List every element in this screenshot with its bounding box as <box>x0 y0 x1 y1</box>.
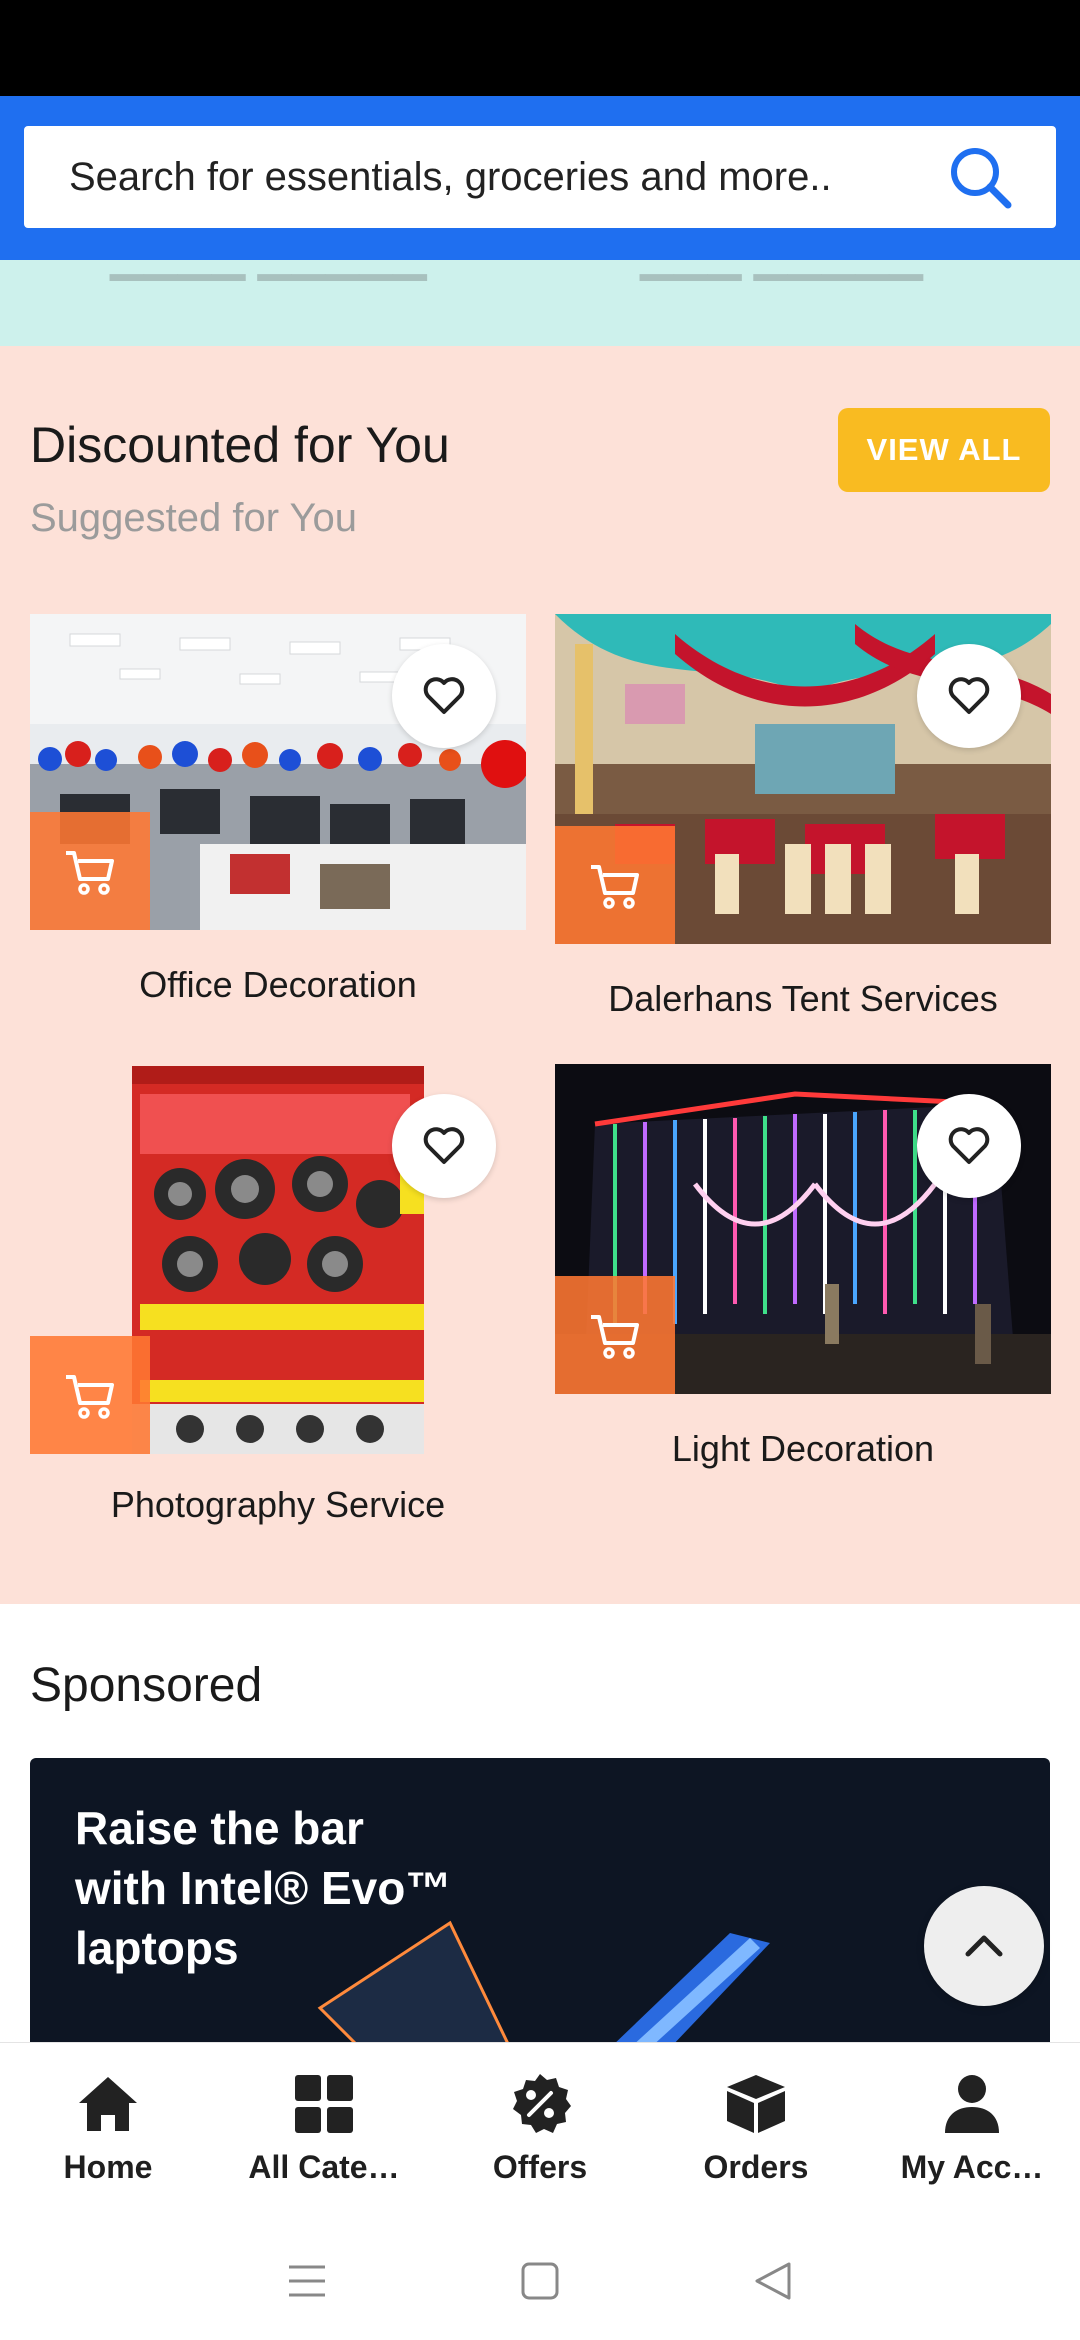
add-to-cart-button[interactable] <box>555 826 675 944</box>
square-icon <box>521 2262 559 2300</box>
nav-label: Home <box>63 2149 153 2185</box>
product-name: Light Decoration <box>671 1428 935 1469</box>
product-name: Office Decoration <box>139 964 417 1005</box>
favorite-button[interactable] <box>392 644 496 748</box>
system-navigation-bar <box>0 2222 1080 2340</box>
back-button[interactable] <box>749 2257 797 2305</box>
favorite-button[interactable] <box>917 644 1021 748</box>
back-triangle-icon <box>755 2262 791 2300</box>
product-card-office-decoration[interactable]: Office Decoration <box>30 614 526 1014</box>
product-name: Photography Service <box>110 1484 446 1525</box>
chevron-up-icon <box>965 1935 1003 1957</box>
promo-strip: ▁▁▁▁ ▁▁▁▁▁ ▁▁▁ ▁▁▁▁▁ <box>0 260 1080 346</box>
nav-label: All Cate… <box>248 2149 400 2185</box>
user-icon <box>945 2075 999 2133</box>
add-to-cart-button[interactable] <box>30 812 150 930</box>
nav-all-categories[interactable]: All Cate… <box>216 2043 432 2222</box>
sponsored-headline: Raise the bar with Intel® Evo™ laptops <box>75 1802 452 1974</box>
product-card-photography[interactable]: Photography Service <box>30 1064 526 1525</box>
view-all-button[interactable]: VIEW ALL <box>838 408 1050 492</box>
heart-icon <box>948 677 990 714</box>
cart-icon <box>591 865 639 909</box>
discounted-section: Discounted for You Suggested for You VIE… <box>0 346 1080 1604</box>
product-name: Dalerhans Tent Services <box>608 978 998 1019</box>
add-to-cart-button[interactable] <box>555 1276 675 1394</box>
product-card-dalerhans-tent[interactable]: Dalerhans Tent Services <box>555 614 1051 1034</box>
nav-orders[interactable]: Orders <box>648 2043 864 2222</box>
favorite-button[interactable] <box>392 1094 496 1198</box>
cart-icon <box>66 1375 114 1419</box>
bottom-navigation: Home All Cate… Offers Orders My Acc… <box>0 2042 1080 2222</box>
nav-label: My Acc… <box>900 2149 1044 2185</box>
home-icon <box>79 2077 137 2131</box>
grid-icon <box>295 2075 353 2133</box>
search-header: Search for essentials, groceries and mor… <box>0 96 1080 260</box>
scroll-to-top-button[interactable] <box>924 1886 1044 2006</box>
sponsored-banner[interactable]: Raise the bar with Intel® Evo™ laptops <box>30 1758 1050 2048</box>
menu-icon <box>288 2265 325 2297</box>
search-icon[interactable] <box>944 141 1016 213</box>
recent-apps-button[interactable] <box>283 2257 331 2305</box>
heart-icon <box>423 677 465 714</box>
product-card-light-decoration[interactable]: Light Decoration <box>555 1064 1051 1484</box>
nav-label: Offers <box>492 2149 588 2185</box>
percent-badge-icon <box>513 2074 571 2133</box>
cart-icon <box>591 1315 639 1359</box>
add-to-cart-button[interactable] <box>30 1336 150 1454</box>
home-system-button[interactable] <box>516 2257 564 2305</box>
search-placeholder: Search for essentials, groceries and mor… <box>69 154 832 199</box>
heart-icon <box>423 1127 465 1164</box>
nav-my-account[interactable]: My Acc… <box>864 2043 1080 2222</box>
nav-offers[interactable]: Offers <box>432 2043 648 2222</box>
status-bar <box>0 0 1080 96</box>
box-icon <box>727 2075 785 2133</box>
cart-icon <box>66 851 114 895</box>
favorite-button[interactable] <box>917 1094 1021 1198</box>
section-title: Discounted for You <box>30 417 450 473</box>
heart-icon <box>948 1127 990 1164</box>
nav-label: Orders <box>703 2149 809 2185</box>
search-input[interactable]: Search for essentials, groceries and mor… <box>24 126 1056 228</box>
sponsored-title: Sponsored <box>30 1659 263 1712</box>
nav-home[interactable]: Home <box>0 2043 216 2222</box>
section-subtitle: Suggested for You <box>30 496 357 540</box>
